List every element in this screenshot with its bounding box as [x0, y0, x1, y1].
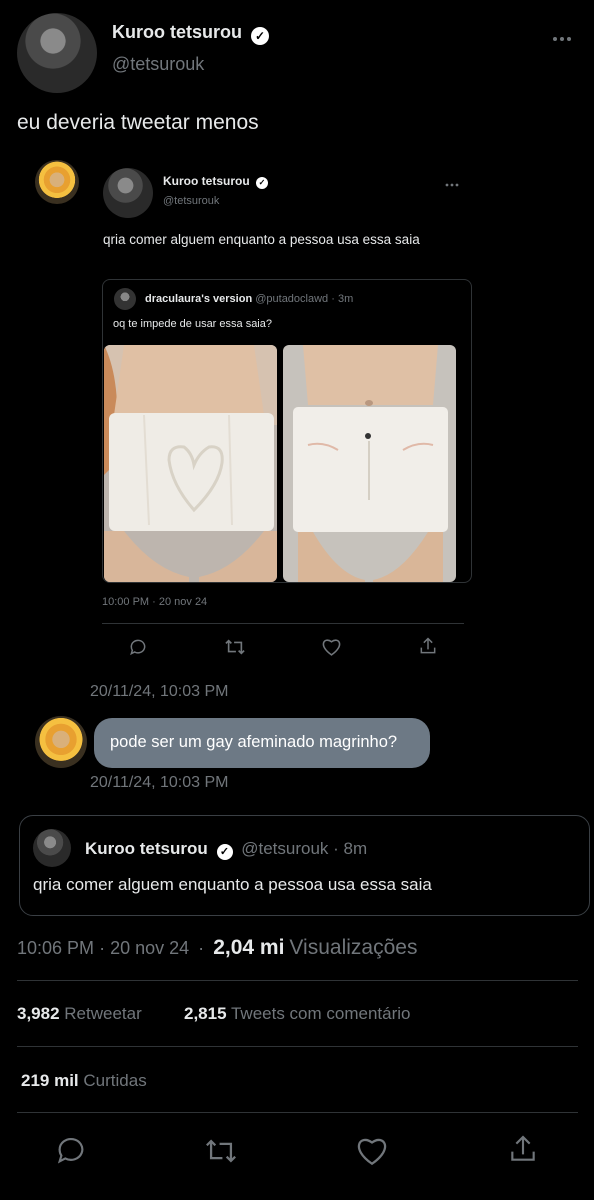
- quote-author-handle: @tetsurouk: [241, 839, 329, 858]
- quoted-text: oq te impede de usar essa saia?: [113, 318, 272, 330]
- author-name-row[interactable]: Kuroo tetsurou ✓: [112, 22, 270, 45]
- quoted-avatar: [114, 288, 136, 310]
- quote-age: · 8m: [333, 839, 368, 858]
- share-icon: [418, 636, 438, 656]
- reply-icon[interactable]: [55, 1134, 87, 1166]
- quote-text: qria comer alguem enquanto a pessoa usa …: [33, 875, 432, 894]
- views-label: Visualizações: [289, 936, 418, 959]
- views-count: 2,04 mi: [213, 936, 285, 959]
- tweet-text: eu deveria tweetar menos: [17, 111, 259, 134]
- author-name[interactable]: Kuroo tetsurou: [112, 22, 242, 42]
- chat-avatar: [35, 716, 87, 768]
- retweet-icon: [224, 637, 246, 657]
- retweet-icon[interactable]: [204, 1135, 238, 1167]
- quote-author-name: Kuroo tetsurou: [85, 839, 208, 858]
- author-handle[interactable]: @tetsurouk: [112, 54, 204, 75]
- tweet-time[interactable]: 10:06 PM: [17, 938, 94, 958]
- photo-skirt-back: [104, 345, 277, 582]
- tweet-meta: 10:06 PM · 20 nov 24 · 2,04 mi Visualiza…: [17, 936, 417, 960]
- quotes-count: 2,815: [184, 1004, 227, 1023]
- inner-author-handle: @tetsurouk: [163, 195, 220, 207]
- chat-avatar-top: [35, 160, 79, 204]
- meta-separator: ·: [99, 938, 106, 958]
- more-icon: [444, 180, 460, 190]
- inner-author-name: Kuroo tetsurou: [163, 174, 250, 188]
- quoted-header: draculaura's version @putadoclawd · 3m: [145, 293, 353, 305]
- likes-count: 219 mil: [21, 1071, 79, 1090]
- chat-message-bubble: pode ser um gay afeminado magrinho?: [94, 718, 430, 768]
- quoted-handle: @putadoclawd: [255, 293, 329, 305]
- likes-stat[interactable]: 219 mil Curtidas: [21, 1071, 147, 1091]
- inner-timestamp: 10:00 PM · 20 nov 24: [102, 596, 208, 608]
- verified-icon: ✓: [216, 844, 233, 860]
- like-icon[interactable]: [355, 1135, 389, 1167]
- quoted-name: draculaura's version: [145, 293, 253, 305]
- retweets-count: 3,982: [17, 1004, 60, 1023]
- like-icon: [321, 637, 342, 657]
- chat-timestamp: 20/11/24, 10:03 PM: [90, 683, 229, 700]
- meta-separator: ·: [198, 938, 205, 958]
- inner-author-row: Kuroo tetsurou ✓: [163, 174, 269, 189]
- more-icon[interactable]: [551, 30, 573, 48]
- inner-tweet-text: qria comer alguem enquanto a pessoa usa …: [103, 232, 420, 247]
- retweets-stat[interactable]: 3,982 Retweetar: [17, 1004, 142, 1024]
- retweets-label: Retweetar: [64, 1004, 142, 1023]
- avatar[interactable]: [17, 13, 97, 93]
- inner-avatar: [103, 168, 153, 218]
- chat-timestamp: 20/11/24, 10:03 PM: [90, 774, 229, 791]
- quote-header: Kuroo tetsurou ✓ @tetsurouk · 8m: [85, 839, 367, 860]
- verified-icon: ✓: [256, 177, 269, 189]
- quote-avatar: [33, 829, 71, 867]
- likes-label: Curtidas: [83, 1071, 147, 1090]
- share-icon[interactable]: [507, 1133, 539, 1165]
- reply-icon: [128, 637, 148, 657]
- quotes-stat[interactable]: 2,815 Tweets com comentário: [184, 1004, 410, 1024]
- quote-tweet-card[interactable]: [19, 815, 590, 916]
- photo-skirt-front: [283, 345, 456, 582]
- quoted-age: · 3m: [331, 293, 354, 305]
- quotes-label: Tweets com comentário: [230, 1004, 411, 1023]
- chat-message-text: pode ser um gay afeminado magrinho?: [110, 733, 398, 751]
- verified-icon: ✓: [251, 27, 270, 45]
- tweet-date[interactable]: 20 nov 24: [110, 938, 189, 958]
